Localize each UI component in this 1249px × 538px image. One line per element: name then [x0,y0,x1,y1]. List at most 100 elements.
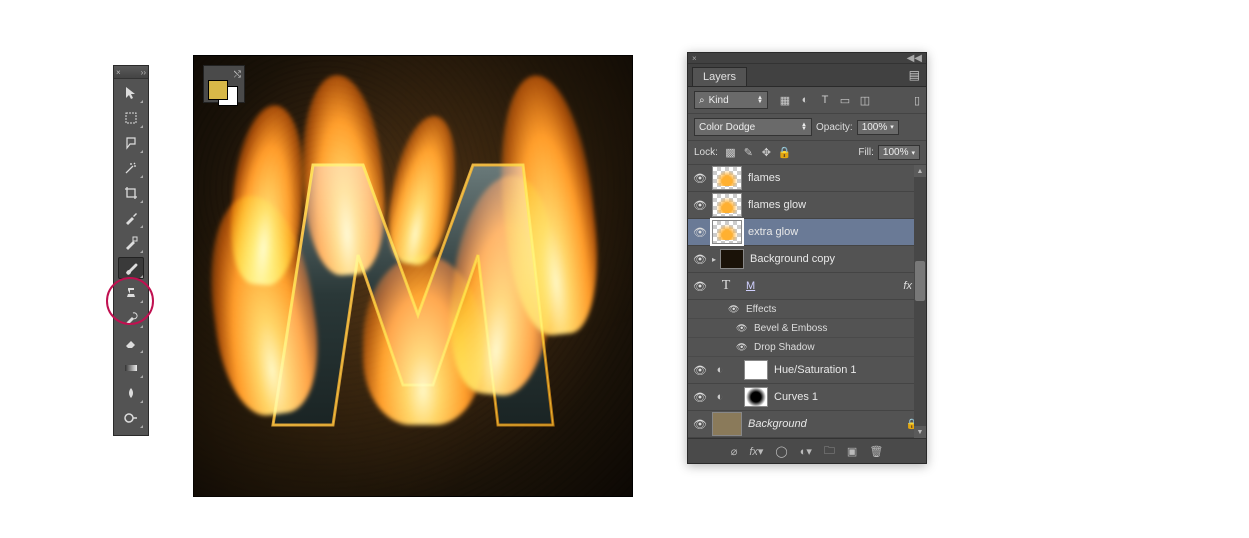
filter-type-icon[interactable]: T [818,94,832,107]
type-layer-icon: T [712,278,740,294]
gradient-tool[interactable] [118,357,144,379]
close-icon[interactable]: × [692,54,697,63]
visibility-icon[interactable]: 👁 [688,253,712,266]
layer-thumbnail[interactable] [712,220,742,244]
adjustment-icon: ◐ [712,362,728,378]
folder-disclosure-icon[interactable]: ▸ [712,255,716,264]
layer-name: M [746,280,755,292]
visibility-icon[interactable]: 👁 [688,199,712,212]
visibility-icon[interactable]: 👁 [688,172,712,185]
layer-name: flames glow [748,199,806,211]
eyedropper-tool[interactable] [118,207,144,229]
lock-row: Lock: ▩ ✎ ✥ 🔒 Fill: 100%▾ [688,141,926,165]
layer-row[interactable]: 👁 ▸ Background copy [688,246,926,273]
effect-row[interactable]: 👁 Bevel & Emboss [688,319,926,338]
panel-menu-icon[interactable]: ▤ [909,68,920,82]
clone-stamp-tool[interactable] [118,282,144,304]
effects-header[interactable]: 👁 Effects [688,300,926,319]
filter-pixel-icon[interactable]: ▦ [778,94,792,107]
crop-tool[interactable] [118,182,144,204]
history-brush-tool[interactable] [118,307,144,329]
opacity-value: 100% [862,122,888,133]
layer-row[interactable]: 👁 ◐ Curves 1 [688,384,926,411]
panel-titlebar[interactable]: × ◀◀ [688,53,926,64]
close-icon[interactable]: × [116,68,121,77]
layer-name: flames [748,172,780,184]
layer-filter-row: ⌕ Kind ▲▼ ▦ ◐ T ▭ ◫ ▯ [688,87,926,114]
filter-adjustment-icon[interactable]: ◐ [798,94,812,107]
visibility-icon[interactable]: 👁 [688,391,712,404]
lasso-tool[interactable] [118,132,144,154]
adjustment-layer-icon[interactable]: ◐▾ [800,445,812,458]
filter-shape-icon[interactable]: ▭ [838,94,852,107]
visibility-icon[interactable]: 👁 [688,226,712,239]
color-swatch-widget[interactable]: ⤭ [203,65,245,103]
layer-row[interactable]: 👁 flames glow [688,192,926,219]
lock-position-icon[interactable]: ✥ [760,146,773,159]
scrollbar-thumb[interactable] [915,261,925,301]
layer-mask-icon[interactable]: ◯ [775,445,787,458]
filter-smart-icon[interactable]: ◫ [858,94,872,107]
foreground-swatch[interactable] [208,80,228,100]
layer-row[interactable]: 👁 ◐ Hue/Saturation 1 [688,357,926,384]
blend-mode-dropdown[interactable]: Color Dodge ▲▼ [694,118,812,136]
visibility-icon[interactable]: 👁 [736,342,754,353]
new-layer-icon[interactable]: ▣ [847,445,857,458]
effects-label: Effects [746,304,776,315]
smudge-tool[interactable] [118,382,144,404]
visibility-icon[interactable]: 👁 [688,280,712,293]
layer-thumbnail[interactable] [712,166,742,190]
visibility-icon[interactable]: 👁 [728,304,746,315]
document-canvas[interactable]: ⤭ [193,55,633,497]
eraser-tool[interactable] [118,332,144,354]
visibility-icon[interactable]: 👁 [736,323,754,334]
fx-badge[interactable]: fx [903,280,912,292]
filter-kind-dropdown[interactable]: ⌕ Kind ▲▼ [694,91,768,109]
effect-row[interactable]: 👁 Drop Shadow [688,338,926,357]
layer-name: Curves 1 [774,391,818,403]
mask-thumbnail[interactable] [744,387,768,407]
link-layers-icon[interactable]: ⌀ [731,445,738,458]
healing-brush-tool[interactable] [118,232,144,254]
scroll-up-icon[interactable]: ▲ [914,165,926,177]
adjustment-icon: ◐ [712,389,728,405]
mask-thumbnail[interactable] [744,360,768,380]
collapse-icon[interactable]: ◀◀ [907,53,922,64]
group-icon[interactable]: 🗀 [824,442,835,461]
magic-wand-tool[interactable] [118,157,144,179]
visibility-icon[interactable]: 👁 [688,418,712,431]
layer-thumbnail[interactable] [712,412,742,436]
opacity-input[interactable]: 100%▾ [857,120,899,135]
layer-thumbnail[interactable] [712,193,742,217]
visibility-icon[interactable]: 👁 [688,364,712,377]
lock-all-icon[interactable]: 🔒 [778,146,791,159]
layer-row[interactable]: 👁 Background 🔒 [688,411,926,438]
fill-label: Fill: [858,147,874,158]
brush-tool[interactable] [118,257,144,279]
delete-layer-icon[interactable]: 🗑 [869,445,883,458]
layer-name: Background copy [750,253,835,265]
marquee-tool[interactable] [118,107,144,129]
effect-name: Bevel & Emboss [754,323,827,334]
lock-transparency-icon[interactable]: ▩ [724,146,737,159]
dodge-tool[interactable] [118,407,144,429]
layer-row[interactable]: 👁 T M fx ▾ [688,273,926,300]
layers-scrollbar[interactable]: ▲ ▼ [914,165,926,438]
lock-label: Lock: [694,147,718,158]
layer-thumbnail[interactable] [720,249,744,269]
fill-input[interactable]: 100%▾ [878,145,920,160]
move-tool[interactable] [118,82,144,104]
collapse-icon[interactable]: ›› [141,68,146,77]
filter-kind-label: Kind [709,95,729,106]
filter-toggle-icon[interactable]: ▯ [914,94,920,107]
tab-layers[interactable]: Layers [692,67,747,86]
layers-panel: × ◀◀ Layers ▤ ⌕ Kind ▲▼ ▦ ◐ T ▭ ◫ ▯ Colo… [687,52,927,464]
layer-row[interactable]: 👁 flames [688,165,926,192]
layer-row[interactable]: 👁 extra glow [688,219,926,246]
layer-name: extra glow [748,226,798,238]
swap-colors-icon[interactable]: ⤭ [234,69,241,80]
panel-tabs: Layers ▤ [688,64,926,87]
layer-style-icon[interactable]: fx▾ [749,445,763,458]
scroll-down-icon[interactable]: ▼ [914,426,926,438]
lock-image-icon[interactable]: ✎ [742,146,755,159]
